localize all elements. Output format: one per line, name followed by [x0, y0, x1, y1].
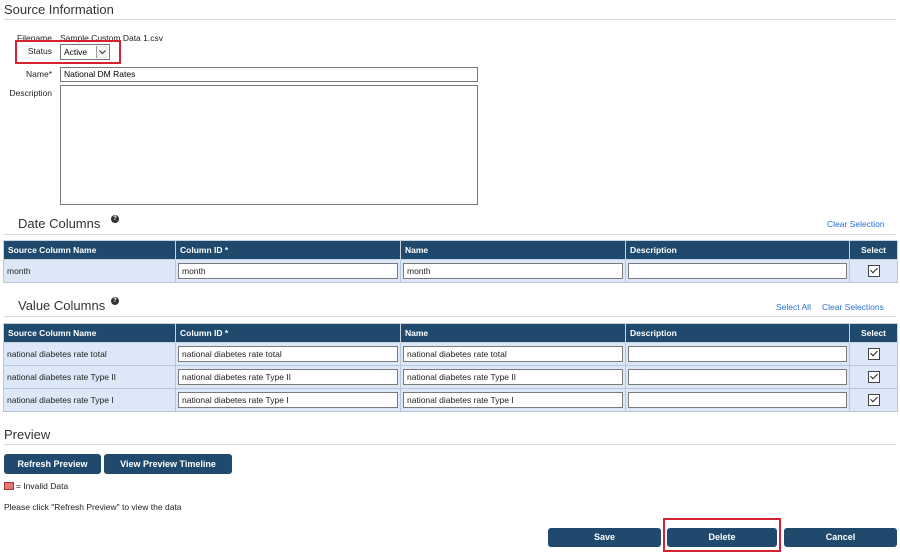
col-header-select: Select — [849, 323, 898, 343]
chevron-down-icon — [96, 46, 108, 58]
value-columns-table: Source Column Name Column ID * Name Desc… — [3, 323, 898, 412]
col-header-name: Name — [400, 323, 626, 343]
refresh-preview-button[interactable]: Refresh Preview — [4, 454, 101, 474]
status-label: Status — [27, 46, 52, 56]
table-row: national diabetes rate total national di… — [3, 342, 898, 366]
select-checkbox[interactable] — [867, 371, 880, 383]
view-preview-timeline-button[interactable]: View Preview Timeline — [104, 454, 232, 474]
status-select[interactable]: Active — [60, 44, 110, 60]
col-header-source: Source Column Name — [3, 323, 176, 343]
clear-selection-link[interactable]: Clear Selection — [827, 219, 885, 229]
select-checkbox[interactable] — [867, 348, 880, 360]
invalid-data-legend: = Invalid Data — [16, 481, 69, 491]
table-row: national diabetes rate Type II national … — [3, 365, 898, 389]
name-label: Name* — [26, 69, 52, 79]
col-header-description: Description — [625, 323, 850, 343]
col-header-description: Description — [625, 240, 850, 260]
invalid-data-swatch — [4, 482, 14, 490]
save-button[interactable]: Save — [548, 528, 661, 547]
table-header-row: Source Column Name Column ID * Name Desc… — [3, 323, 898, 343]
name-input-cell[interactable]: national diabetes rate Type II — [403, 369, 623, 385]
select-checkbox[interactable] — [867, 394, 880, 406]
source-info-divider — [4, 19, 896, 20]
date-columns-table: Source Column Name Column ID * Name Desc… — [3, 240, 898, 283]
help-icon[interactable]: ? — [111, 297, 119, 305]
delete-highlight-box — [663, 518, 781, 552]
source-column-cell: month — [3, 259, 176, 283]
name-input-cell[interactable]: national diabetes rate total — [403, 346, 623, 362]
source-column-cell: national diabetes rate Type I — [3, 388, 176, 412]
description-input-cell[interactable] — [628, 346, 847, 362]
table-row: national diabetes rate Type I national d… — [3, 388, 898, 412]
description-label: Description — [9, 88, 52, 98]
value-columns-heading: Value Columns — [18, 298, 106, 313]
select-checkbox[interactable] — [867, 265, 880, 277]
status-select-value: Active — [64, 47, 88, 57]
col-header-name: Name — [400, 240, 626, 260]
source-column-cell: national diabetes rate total — [3, 342, 176, 366]
col-header-source: Source Column Name — [3, 240, 176, 260]
description-input-cell[interactable] — [628, 392, 847, 408]
source-column-cell: national diabetes rate Type II — [3, 365, 176, 389]
column-id-input[interactable]: national diabetes rate Type I — [178, 392, 398, 408]
name-input-cell[interactable]: month — [403, 263, 623, 279]
table-header-row: Source Column Name Column ID * Name Desc… — [3, 240, 898, 260]
description-input-cell[interactable] — [628, 263, 847, 279]
column-id-input[interactable]: national diabetes rate Type II — [178, 369, 398, 385]
description-input-cell[interactable] — [628, 369, 847, 385]
preview-heading: Preview — [4, 427, 51, 442]
value-columns-divider — [4, 316, 896, 317]
table-row: month month month — [3, 259, 898, 283]
description-textarea[interactable] — [60, 85, 478, 205]
col-header-column-id: Column ID * — [175, 240, 401, 260]
col-header-select: Select — [849, 240, 898, 260]
date-columns-heading: Date Columns — [18, 216, 101, 231]
column-id-input[interactable]: month — [178, 263, 398, 279]
help-icon[interactable]: ? — [111, 215, 119, 223]
name-input-cell[interactable]: national diabetes rate Type I — [403, 392, 623, 408]
select-all-link[interactable]: Select All — [776, 302, 811, 312]
col-header-column-id: Column ID * — [175, 323, 401, 343]
date-columns-divider — [4, 234, 896, 235]
name-input[interactable]: National DM Rates — [60, 67, 478, 82]
column-id-input[interactable]: national diabetes rate total — [178, 346, 398, 362]
preview-hint: Please click "Refresh Preview" to view t… — [4, 502, 182, 512]
preview-divider — [4, 444, 896, 445]
clear-selections-link[interactable]: Clear Selections — [822, 302, 884, 312]
source-info-heading: Source Information — [4, 2, 114, 17]
cancel-button[interactable]: Cancel — [784, 528, 897, 547]
